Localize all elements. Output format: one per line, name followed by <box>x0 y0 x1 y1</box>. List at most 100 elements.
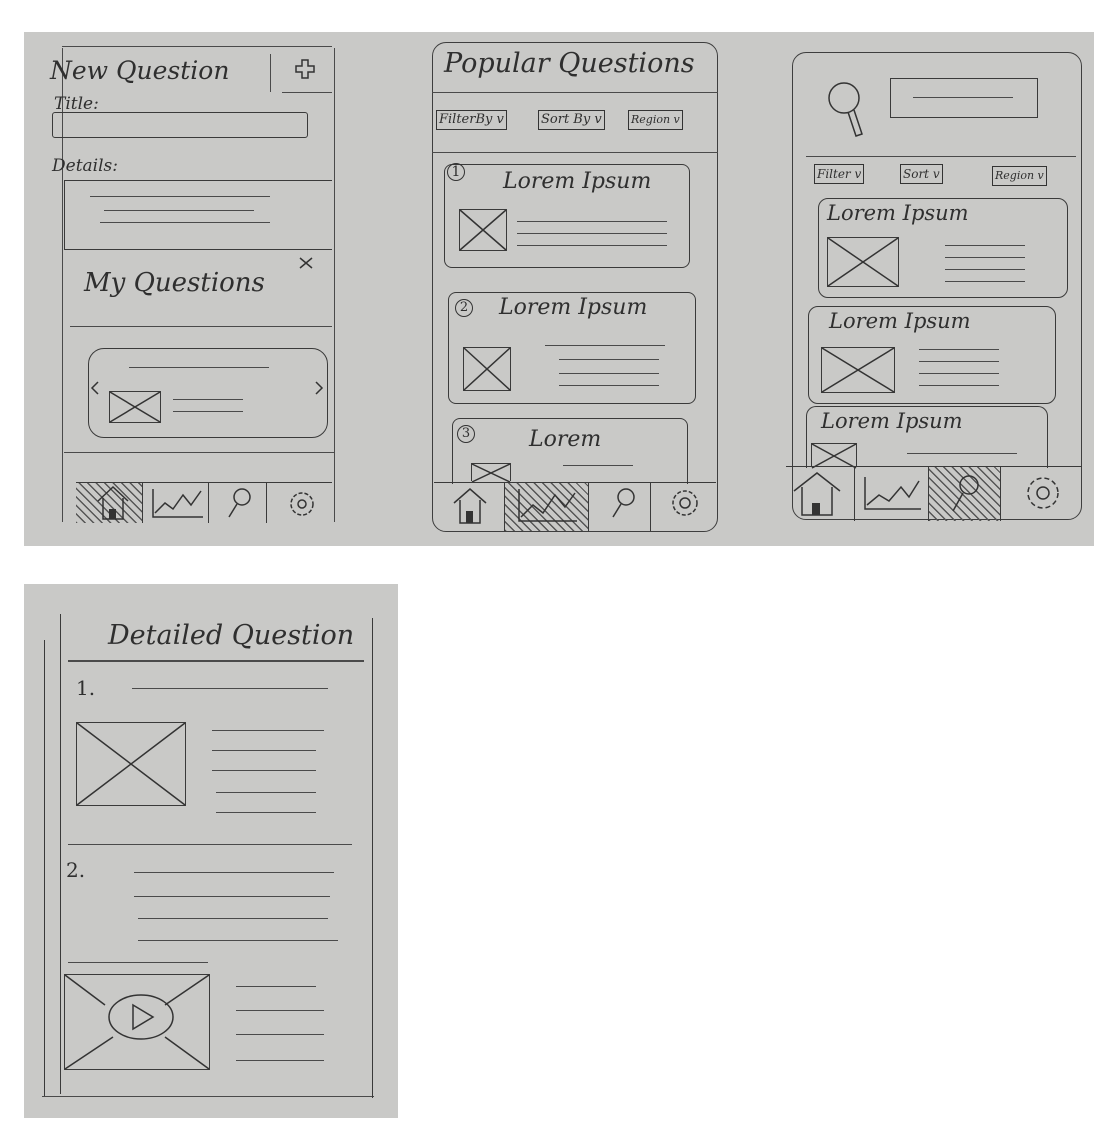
chevron-left-icon[interactable] <box>90 380 100 396</box>
chart-icon <box>152 489 203 518</box>
details-label: Details: <box>52 156 118 176</box>
card-text-line <box>563 465 633 466</box>
image-placeholder <box>811 443 857 469</box>
nav-home-active[interactable] <box>76 483 142 523</box>
item-number-2: 2. <box>66 858 86 882</box>
collapse-icon[interactable] <box>298 256 314 270</box>
search-icon <box>228 488 251 518</box>
screen-top-edge <box>62 46 332 47</box>
result-card[interactable]: Lorem Ipsum <box>818 198 1068 298</box>
nav-settings[interactable] <box>266 483 332 523</box>
bottom-nav <box>786 466 1082 521</box>
image-placeholder <box>827 237 899 287</box>
card-text-line <box>559 373 659 374</box>
card-text-line <box>945 245 1025 246</box>
card-text-line <box>919 349 999 350</box>
home-icon <box>793 472 841 516</box>
content-bottom-line <box>64 452 334 453</box>
chevron-right-icon[interactable] <box>314 380 324 396</box>
title-label: Title: <box>54 94 99 114</box>
question-card[interactable]: 1 Lorem Ipsum <box>444 163 690 268</box>
header-underline <box>282 92 332 93</box>
chart-icon <box>864 477 921 510</box>
search-text-line <box>913 97 1013 98</box>
filter-by-dropdown[interactable]: FilterBy v <box>436 110 507 130</box>
image-placeholder <box>471 463 511 483</box>
image-placeholder <box>76 722 186 806</box>
header-divider <box>432 92 718 93</box>
my-question-carousel-card[interactable] <box>88 348 328 438</box>
sort-dropdown[interactable]: Sort v <box>900 164 943 184</box>
nav-home[interactable] <box>434 483 504 531</box>
settings-icon <box>1027 477 1059 509</box>
section-divider <box>70 326 332 327</box>
bottom-nav <box>76 482 332 523</box>
card-text-line <box>545 345 665 346</box>
video-placeholder[interactable] <box>64 974 210 1070</box>
item-1-text-line <box>212 730 324 731</box>
details-text-line <box>104 210 254 211</box>
card-text-line <box>945 269 1025 270</box>
settings-icon <box>290 492 314 516</box>
nav-settings[interactable] <box>1000 467 1082 521</box>
item-2-text-line <box>134 896 330 897</box>
search-icon <box>828 82 863 137</box>
card-text-line <box>559 385 659 386</box>
video-text-line <box>236 986 316 987</box>
add-icon[interactable] <box>294 58 318 82</box>
screen-bottom-edge <box>42 1096 374 1097</box>
item-1-text-line <box>212 750 316 751</box>
header-divider <box>806 156 1076 157</box>
details-input[interactable] <box>64 180 332 250</box>
nav-settings[interactable] <box>650 483 716 531</box>
details-text-line <box>100 222 270 223</box>
result-card[interactable]: Lorem Ipsum <box>806 406 1048 469</box>
details-text-line <box>90 196 270 197</box>
screen-right-edge <box>334 48 335 522</box>
video-top-line <box>68 962 208 963</box>
video-text-line <box>236 1010 324 1011</box>
card-text-line <box>517 245 667 246</box>
filter-divider <box>432 152 718 153</box>
region-dropdown[interactable]: Region v <box>628 110 683 130</box>
region-dropdown[interactable]: Region v <box>992 166 1047 186</box>
question-card[interactable]: 3 Lorem <box>452 418 688 484</box>
card-title: Lorem <box>529 427 602 452</box>
search-icon <box>952 475 979 512</box>
card-text-line <box>919 361 999 362</box>
card-text-line <box>907 453 1017 454</box>
screen-inner-left <box>44 640 45 1096</box>
search-icon <box>612 488 635 518</box>
question-card[interactable]: 2 Lorem Ipsum <box>448 292 696 404</box>
nav-home[interactable] <box>786 467 854 521</box>
search-input[interactable] <box>890 78 1038 118</box>
result-card[interactable]: Lorem Ipsum <box>808 306 1056 404</box>
image-placeholder <box>821 347 895 393</box>
nav-stats-active[interactable] <box>504 483 588 531</box>
nav-stats[interactable] <box>854 467 928 521</box>
nav-stats[interactable] <box>142 483 208 523</box>
card-text-line <box>173 411 243 412</box>
section-divider <box>68 844 352 845</box>
card-title: Lorem Ipsum <box>829 309 971 333</box>
card-text-line <box>919 385 999 386</box>
nav-search[interactable] <box>588 483 650 531</box>
item-2-text-line <box>138 940 338 941</box>
popular-title: Popular Questions <box>444 48 695 79</box>
card-text-line <box>517 233 667 234</box>
title-input[interactable] <box>52 112 308 138</box>
home-icon <box>97 485 129 520</box>
filter-dropdown[interactable]: Filter v <box>814 164 865 184</box>
item-1-text-line <box>216 792 316 793</box>
card-text-line <box>945 257 1025 258</box>
screen-right-edge <box>372 618 373 1098</box>
sort-by-dropdown[interactable]: Sort By v <box>538 110 605 130</box>
bottom-nav <box>434 482 716 531</box>
nav-search-active[interactable] <box>928 467 1000 521</box>
card-number: 1 <box>447 163 465 181</box>
item-2-text-line <box>138 918 328 919</box>
settings-icon <box>672 490 698 516</box>
play-icon[interactable] <box>107 993 177 1041</box>
item-2-text-line <box>134 872 334 873</box>
nav-search[interactable] <box>208 483 266 523</box>
